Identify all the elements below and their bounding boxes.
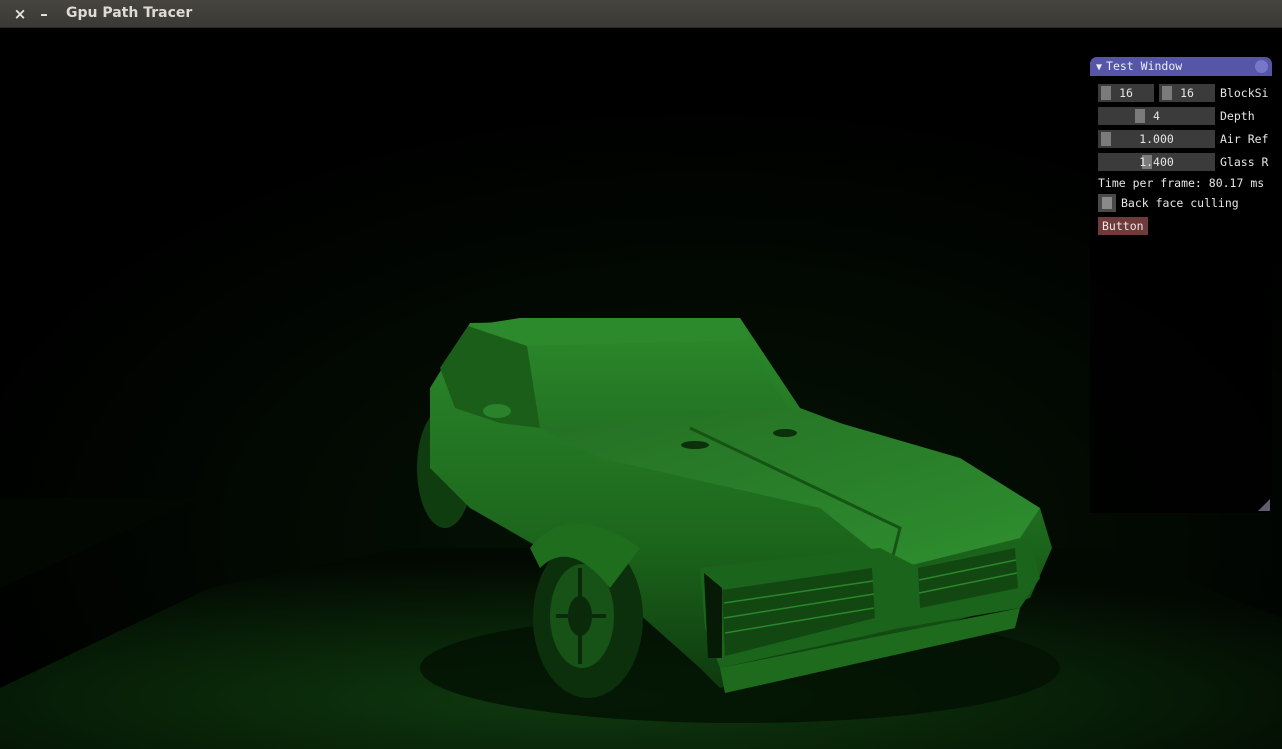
collapse-arrow-icon[interactable]: ▼ xyxy=(1096,62,1102,73)
time-per-frame-text: Time per frame: 80.17 ms xyxy=(1098,176,1265,190)
blocksize-row: 16 16 BlockSi xyxy=(1098,84,1268,102)
glass-refraction-label: Glass R xyxy=(1220,155,1269,169)
glass-refraction-value: 1.400 xyxy=(1139,155,1174,169)
depth-label: Depth xyxy=(1220,109,1255,123)
depth-value: 4 xyxy=(1153,109,1160,123)
air-refraction-value: 1.000 xyxy=(1139,132,1174,146)
blocksize-y-value: 16 xyxy=(1180,86,1194,100)
resize-grip-icon[interactable] xyxy=(1258,499,1270,511)
slider-grab[interactable] xyxy=(1101,86,1111,100)
back-face-culling-label: Back face culling xyxy=(1121,196,1239,210)
minimize-icon[interactable]: – xyxy=(35,4,53,24)
blocksize-y-slider[interactable]: 16 xyxy=(1159,84,1215,102)
imgui-button[interactable]: Button xyxy=(1098,217,1148,235)
checkbox-frame-icon xyxy=(1102,197,1112,209)
air-refraction-slider[interactable]: 1.000 xyxy=(1098,130,1215,148)
close-icon[interactable]: × xyxy=(11,4,29,24)
air-refraction-row: 1.000 Air Ref xyxy=(1098,130,1268,148)
blocksize-x-value: 16 xyxy=(1119,86,1133,100)
air-refraction-label: Air Ref xyxy=(1220,132,1269,146)
blocksize-label: BlockSi xyxy=(1220,86,1269,100)
slider-grab[interactable] xyxy=(1101,132,1111,146)
depth-slider[interactable]: 4 xyxy=(1098,107,1215,125)
blocksize-x-slider[interactable]: 16 xyxy=(1098,84,1154,102)
slider-grab[interactable] xyxy=(1162,86,1172,100)
glass-refraction-row: 1.400 Glass R xyxy=(1098,153,1268,171)
close-circle-icon[interactable] xyxy=(1255,60,1268,73)
test-window[interactable]: ▼ Test Window 16 16 BlockSi 4 Depth 1.00… xyxy=(1090,57,1272,513)
title-bar: × – Gpu Path Tracer xyxy=(0,0,1282,28)
depth-row: 4 Depth xyxy=(1098,107,1268,125)
render-viewport[interactable]: ▼ Test Window 16 16 BlockSi 4 Depth 1.00… xyxy=(0,28,1282,749)
test-window-title: Test Window xyxy=(1106,59,1183,73)
window-title: Gpu Path Tracer xyxy=(66,5,193,21)
glass-refraction-slider[interactable]: 1.400 xyxy=(1098,153,1215,171)
slider-grab[interactable] xyxy=(1135,109,1145,123)
back-face-culling-checkbox[interactable] xyxy=(1098,194,1116,212)
test-window-titlebar[interactable]: ▼ Test Window xyxy=(1090,57,1272,76)
